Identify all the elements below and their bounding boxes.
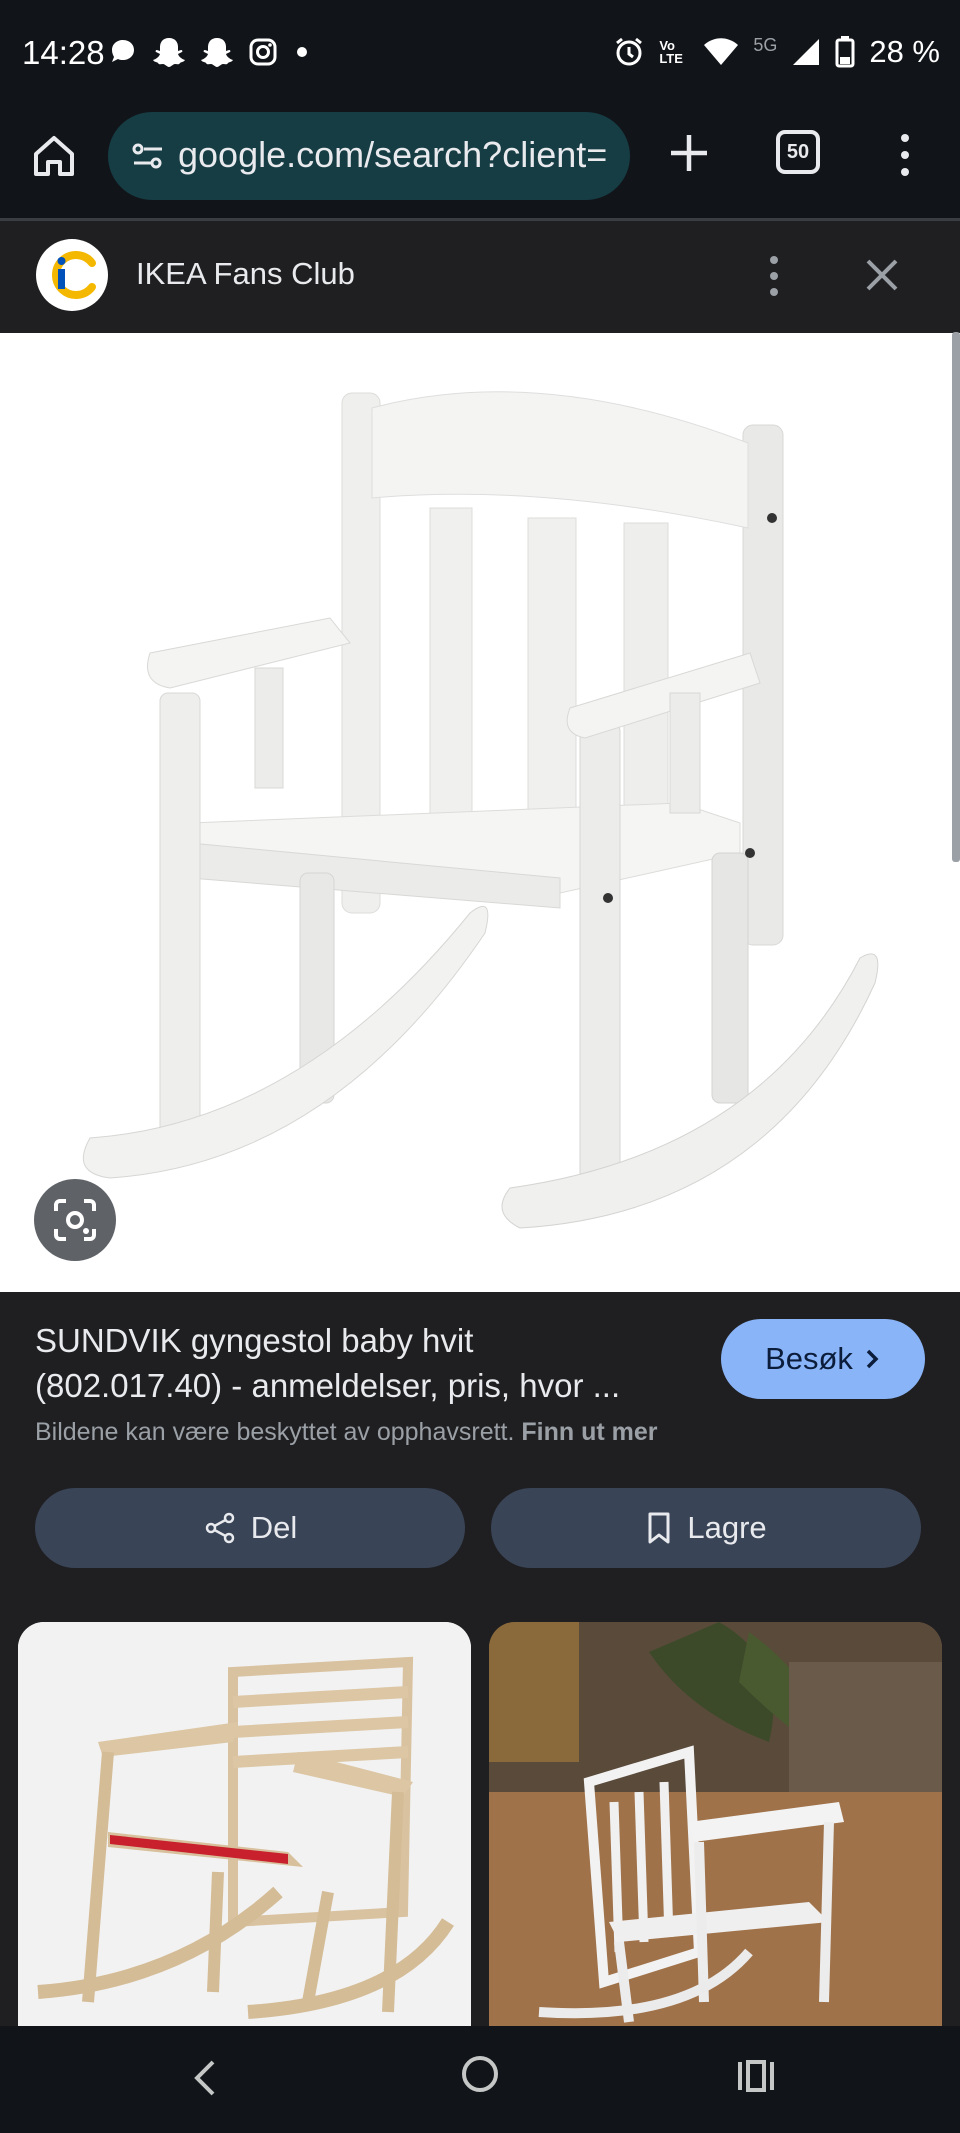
- wifi-icon: [704, 38, 739, 65]
- visit-button[interactable]: Besøk: [721, 1319, 925, 1399]
- result-title-line1[interactable]: SUNDVIK gyngestol baby hvit: [35, 1318, 695, 1363]
- page-scrollbar[interactable]: [952, 332, 960, 862]
- recent-apps-button[interactable]: [734, 2056, 778, 2096]
- share-icon: [205, 1512, 234, 1544]
- close-icon[interactable]: [862, 255, 902, 295]
- browser-menu-icon[interactable]: [890, 130, 920, 180]
- related-image-1[interactable]: [18, 1622, 471, 2026]
- copyright-text: Bildene kan være beskyttet av opphavsret…: [35, 1418, 515, 1446]
- rocking-chair-image: [82, 391, 879, 1229]
- battery-percentage: 28 %: [869, 34, 940, 69]
- status-bar: 14:28 Vo LTE 5G 28 %: [0, 0, 960, 110]
- network-type-label: 5G: [753, 34, 778, 55]
- snapchat-icon: [201, 38, 233, 67]
- wooden-rocking-chair-image: [18, 1622, 471, 2026]
- status-time: 14:28: [22, 34, 105, 71]
- save-button[interactable]: Lagre: [491, 1488, 921, 1568]
- learn-more-link[interactable]: Finn ut mer: [521, 1418, 657, 1446]
- white-rocking-chair-room-image: [489, 1622, 942, 2026]
- source-name[interactable]: IKEA Fans Club: [136, 256, 355, 292]
- more-options-icon[interactable]: [760, 251, 788, 301]
- volte-icon: Vo LTE: [659, 38, 683, 66]
- share-button[interactable]: Del: [35, 1488, 465, 1568]
- address-bar[interactable]: google.com/search?client=: [108, 112, 630, 200]
- ikea-fans-club-logo: iC: [52, 251, 96, 299]
- related-image-2[interactable]: [489, 1622, 942, 2026]
- copyright-notice: Bildene kan være beskyttet av opphavsret…: [35, 1418, 658, 1447]
- share-label: Del: [250, 1510, 298, 1545]
- status-right-icons: Vo LTE 5G 28 %: [613, 34, 940, 70]
- signal-icon: [793, 39, 820, 65]
- google-lens-button[interactable]: [34, 1179, 116, 1261]
- visit-button-label: Besøk: [765, 1341, 853, 1376]
- save-label: Lagre: [687, 1510, 767, 1545]
- lens-icon: [54, 1199, 96, 1241]
- chevron-right-icon: [866, 1349, 879, 1369]
- home-nav-button[interactable]: [458, 2052, 502, 2096]
- alarm-icon: [616, 37, 643, 66]
- tab-switcher-button[interactable]: 50: [776, 130, 820, 174]
- result-info: SUNDVIK gyngestol baby hvit (802.017.40)…: [0, 1292, 960, 1622]
- home-button[interactable]: [30, 132, 78, 180]
- result-title[interactable]: SUNDVIK gyngestol baby hvit (802.017.40)…: [35, 1318, 695, 1408]
- new-tab-button[interactable]: [666, 130, 712, 176]
- back-button[interactable]: [185, 2056, 225, 2100]
- snapchat-icon: [153, 38, 185, 67]
- battery-icon: [835, 36, 855, 68]
- system-navigation-bar: [0, 2026, 960, 2133]
- site-settings-icon[interactable]: [130, 138, 166, 174]
- instagram-icon: [249, 38, 277, 66]
- dot-icon: [297, 47, 307, 57]
- source-logo[interactable]: iC: [36, 239, 108, 311]
- messages-icon: [112, 40, 134, 62]
- browser-toolbar: google.com/search?client= 50: [0, 110, 960, 221]
- url-text[interactable]: google.com/search?client=: [178, 134, 618, 176]
- notification-icons: [108, 36, 312, 68]
- result-title-line2[interactable]: (802.017.40) - anmeldelser, pris, hvor .…: [35, 1363, 695, 1408]
- main-product-image[interactable]: [0, 333, 960, 1292]
- source-header: iC IKEA Fans Club: [0, 221, 960, 333]
- bookmark-icon: [648, 1512, 670, 1544]
- related-images-grid: [0, 1622, 960, 2026]
